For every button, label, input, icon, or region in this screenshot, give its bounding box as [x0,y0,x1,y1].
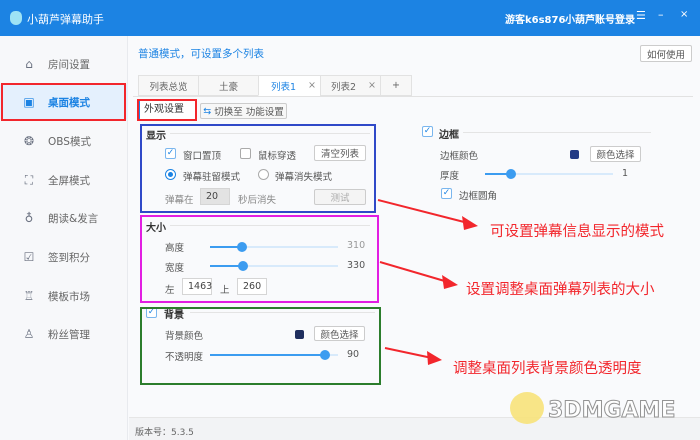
arrow-head-background [427,351,442,365]
annotation-background: 调整桌面列表背景颜色透明度 [453,361,642,377]
annotation-size: 设置调整桌面弹幕列表的大小 [466,282,655,298]
watermark-text: 3DMGAME [547,398,676,424]
arrow-size [379,261,449,283]
arrow-head-display [462,216,478,230]
arrow-head-size [442,275,458,289]
arrow-display [377,199,469,224]
annotation-display: 可设置弹幕信息显示的模式 [490,224,664,240]
watermark-mascot-icon [510,392,544,424]
arrow-background [384,347,433,359]
